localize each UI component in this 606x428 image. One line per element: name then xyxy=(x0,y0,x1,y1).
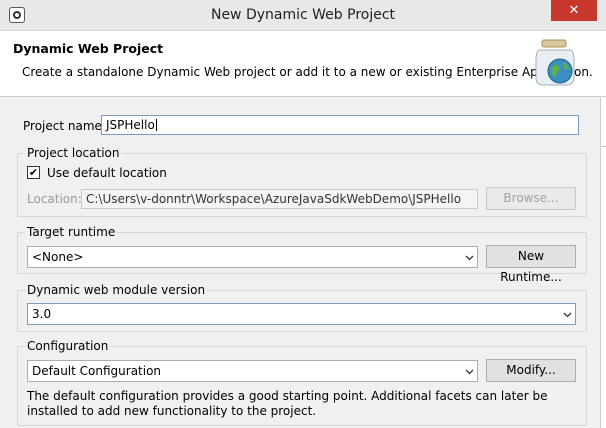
location-input[interactable]: C:\Users\v-donntr\Workspace\AzureJavaSdk… xyxy=(81,189,478,209)
project-name-input[interactable]: JSPHello xyxy=(101,115,579,135)
configuration-title: Configuration xyxy=(25,339,111,353)
target-runtime-title: Target runtime xyxy=(25,225,118,239)
module-version-value: 3.0 xyxy=(32,307,52,321)
new-runtime-button[interactable]: New Runtime... xyxy=(486,245,576,284)
window-right-edge xyxy=(600,97,606,428)
configuration-value: Default Configuration xyxy=(32,364,162,378)
location-label: Location: xyxy=(27,192,82,206)
modify-button[interactable]: Modify... xyxy=(486,359,576,382)
configuration-select[interactable]: Default Configuration xyxy=(27,360,478,382)
project-location-title: Project location xyxy=(25,146,122,160)
module-version-title: Dynamic web module version xyxy=(25,283,208,297)
configuration-description: The default configuration provides a goo… xyxy=(27,389,548,418)
web-project-globe-icon xyxy=(535,39,575,86)
chevron-down-icon xyxy=(465,255,474,261)
target-runtime-value: <None> xyxy=(32,250,84,264)
use-default-location-checkbox[interactable]: ✔ xyxy=(27,166,40,179)
wizard-header: Dynamic Web Project Create a standalone … xyxy=(0,31,606,97)
project-name-label: Project name: xyxy=(23,119,106,133)
module-version-select[interactable]: 3.0 xyxy=(27,303,576,325)
wizard-title: Dynamic Web Project xyxy=(13,41,164,56)
title-bar: New Dynamic Web Project ✕ xyxy=(0,0,606,31)
text-caret xyxy=(155,119,157,131)
target-runtime-select[interactable]: <None> xyxy=(27,246,478,268)
chevron-down-icon xyxy=(563,312,572,318)
wizard-description: Create a standalone Dynamic Web project … xyxy=(22,65,593,79)
window-title: New Dynamic Web Project xyxy=(210,7,396,23)
browse-button[interactable]: Browse... xyxy=(486,187,576,210)
project-name-value: JSPHello xyxy=(106,118,155,132)
use-default-location-label: Use default location xyxy=(47,166,167,180)
close-button[interactable]: ✕ xyxy=(551,0,597,21)
chevron-down-icon xyxy=(465,369,474,375)
